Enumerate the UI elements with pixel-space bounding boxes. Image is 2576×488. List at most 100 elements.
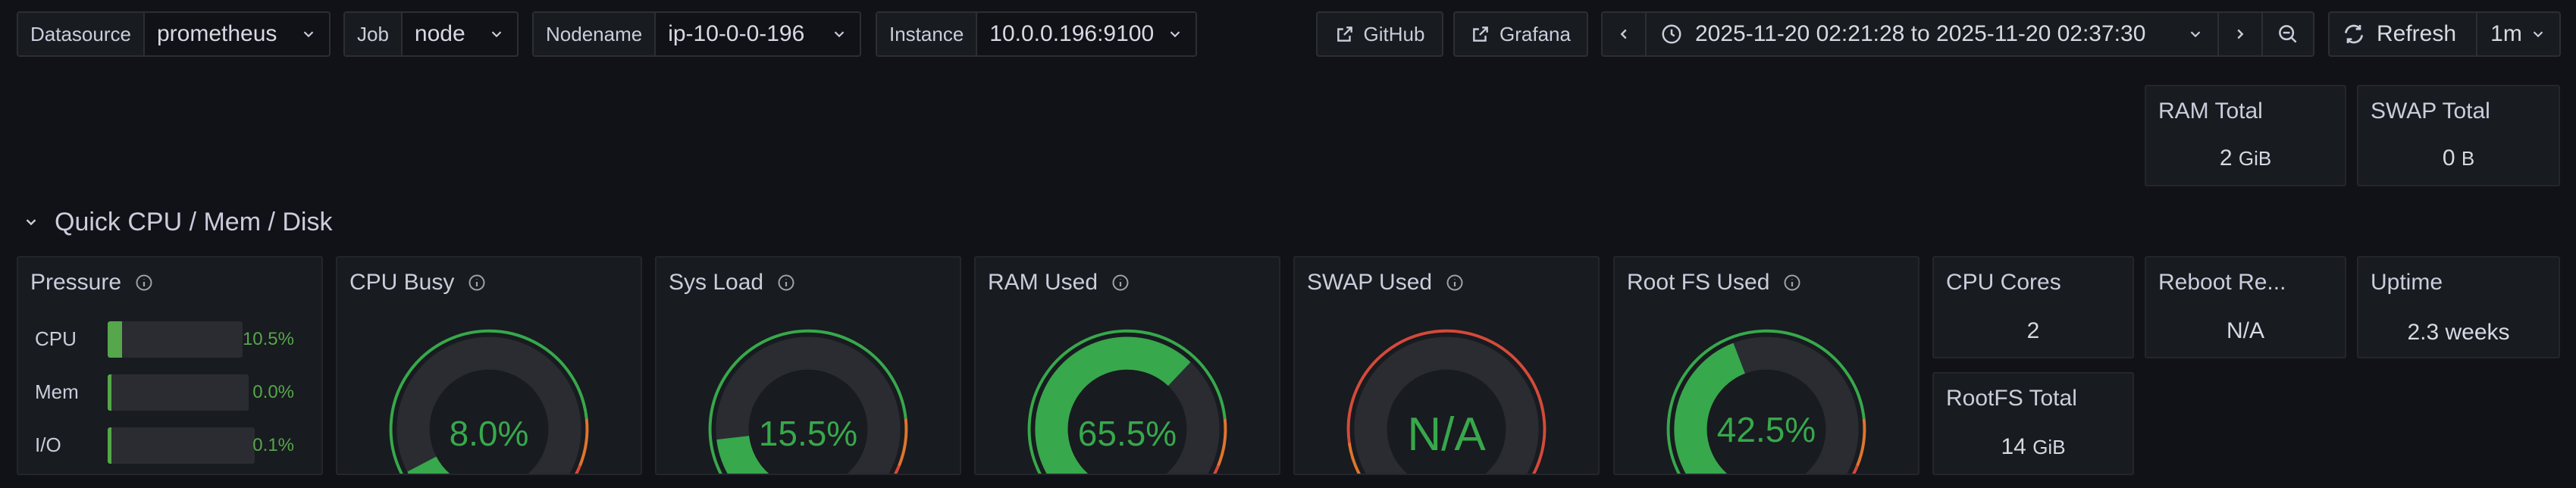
rootfs-total-panel: RootFS Total 14 GiB xyxy=(1932,372,2134,475)
reboot-required-title: Reboot Re... xyxy=(2158,270,2286,295)
datasource-label: Datasource xyxy=(18,13,145,55)
swap-total-number: 0 xyxy=(2442,145,2455,170)
ram-used-title-text: RAM Used xyxy=(988,270,1098,295)
info-icon[interactable] xyxy=(135,274,153,292)
pressure-io-fill xyxy=(108,427,111,464)
row-title: Quick CPU / Mem / Disk xyxy=(55,207,333,236)
reboot-required-value: N/A xyxy=(2226,318,2264,343)
rootfs-total-value: 14 GiB xyxy=(1934,434,2133,460)
instance-variable[interactable]: Instance 10.0.0.196:9100 xyxy=(876,11,1197,57)
info-icon[interactable] xyxy=(1446,274,1464,292)
sys-load-value: 15.5% xyxy=(758,414,858,453)
root-fs-used-panel: Root FS Used 42.5% xyxy=(1613,256,1919,488)
rootfs-total-unit: GiB xyxy=(2032,436,2066,458)
refresh-button[interactable]: Refresh xyxy=(2330,13,2477,55)
swap-total-value: 0 B xyxy=(2358,145,2559,171)
job-select[interactable]: node xyxy=(403,13,517,55)
time-range-picker[interactable]: 2025-11-20 02:21:28 to 2025-11-20 02:37:… xyxy=(1601,11,2314,57)
chevron-left-icon xyxy=(1620,29,1627,39)
grafana-link-label: Grafana xyxy=(1500,22,1571,45)
nodename-select[interactable]: ip-10-0-0-196 xyxy=(656,13,860,55)
chevron-down-icon xyxy=(491,31,502,38)
time-shift-forward-button[interactable] xyxy=(2219,13,2263,55)
chevron-down-icon xyxy=(1170,31,1180,38)
nodename-label: Nodename xyxy=(534,13,657,55)
cpu-busy-panel: CPU Busy 8.0% xyxy=(336,256,642,488)
swap-total-unit: B xyxy=(2461,147,2475,170)
chevron-down-icon xyxy=(2190,31,2201,38)
pressure-mem-bar xyxy=(108,374,249,411)
info-icon[interactable] xyxy=(468,274,486,292)
pressure-cpu-label: CPU xyxy=(35,327,77,350)
root-fs-used-title-text: Root FS Used xyxy=(1627,270,1770,295)
ram-total-number: 2 xyxy=(2219,145,2233,170)
sys-load-title: Sys Load xyxy=(669,270,795,296)
gauge-value-arc xyxy=(407,455,452,488)
ram-total-value: 2 GiB xyxy=(2146,145,2345,171)
info-icon[interactable] xyxy=(1783,274,1801,292)
ram-total-unit: GiB xyxy=(2238,147,2272,170)
grafana-link-button[interactable]: Grafana xyxy=(1453,11,1588,57)
rootfs-total-title: RootFS Total xyxy=(1946,386,2077,411)
refresh-interval-select[interactable]: 1m xyxy=(2477,13,2559,55)
row-header[interactable]: Quick CPU / Mem / Disk xyxy=(23,205,332,239)
swap-used-title: SWAP Used xyxy=(1307,270,1464,296)
pressure-io-value: 0.1% xyxy=(252,435,294,455)
cpu-cores-panel: CPU Cores 2 xyxy=(1932,256,2134,358)
cpu-busy-title: CPU Busy xyxy=(349,270,486,296)
time-shift-back-button[interactable] xyxy=(1603,13,1647,55)
external-link-icon xyxy=(1473,27,1488,42)
zoom-out-icon xyxy=(2279,25,2297,43)
info-icon[interactable] xyxy=(777,274,795,292)
nodename-value: ip-10-0-0-196 xyxy=(668,21,805,46)
rootfs-total-number: 14 xyxy=(2001,434,2026,459)
pressure-cpu-fill xyxy=(108,321,122,358)
refresh-picker[interactable]: Refresh 1m xyxy=(2328,11,2561,57)
chevron-down-icon xyxy=(303,31,314,38)
pressure-title: Pressure xyxy=(30,270,153,296)
chevron-down-icon xyxy=(26,219,36,226)
pressure-mem-fill xyxy=(108,374,111,411)
instance-label: Instance xyxy=(877,13,978,55)
uptime-panel: Uptime 2.3 weeks xyxy=(2357,256,2560,358)
datasource-select[interactable]: prometheus xyxy=(145,13,329,55)
nodename-variable[interactable]: Nodename ip-10-0-0-196 xyxy=(532,11,861,57)
pressure-io-label: I/O xyxy=(35,433,61,456)
swap-used-value: N/A xyxy=(1407,408,1486,461)
pressure-panel: Pressure CPU 10.5% Mem 0.0% I/O 0.1% xyxy=(17,256,323,475)
ram-total-panel: RAM Total 2 GiB xyxy=(2145,85,2346,186)
job-value: node xyxy=(414,21,465,46)
chevron-down-icon xyxy=(834,31,845,38)
cpu-cores-value: 2 xyxy=(2026,318,2040,343)
ram-used-value: 65.5% xyxy=(1077,414,1177,453)
instance-value: 10.0.0.196:9100 xyxy=(989,21,1155,46)
swap-used-panel: SWAP Used N/A xyxy=(1293,256,1600,488)
swap-total-panel: SWAP Total 0 B xyxy=(2357,85,2560,186)
pressure-cpu-value: 10.5% xyxy=(242,329,294,349)
zoom-out-button[interactable] xyxy=(2263,13,2313,55)
root-fs-used-title: Root FS Used xyxy=(1627,270,1801,296)
pressure-io-bar xyxy=(108,427,255,464)
chevron-right-icon xyxy=(2237,29,2244,39)
uptime-value: 2.3 weeks xyxy=(2407,320,2510,345)
github-link-button[interactable]: GitHub xyxy=(1316,11,1443,57)
root-fs-used-gauge xyxy=(1666,329,1866,488)
pressure-mem-value: 0.0% xyxy=(252,382,294,402)
info-icon[interactable] xyxy=(1111,274,1130,292)
external-link-icon xyxy=(1337,27,1352,42)
datasource-variable[interactable]: Datasource prometheus xyxy=(17,11,331,57)
time-range-label: 2025-11-20 02:21:28 to 2025-11-20 02:37:… xyxy=(1695,21,2146,46)
pressure-cpu-bar xyxy=(108,321,243,358)
sys-load-panel: Sys Load 15.5% xyxy=(655,256,961,488)
job-label: Job xyxy=(345,13,403,55)
job-variable[interactable]: Job node xyxy=(343,11,519,57)
swap-total-title: SWAP Total xyxy=(2371,99,2490,124)
ram-total-title: RAM Total xyxy=(2158,99,2263,124)
cpu-cores-title: CPU Cores xyxy=(1946,270,2061,295)
ram-used-title: RAM Used xyxy=(988,270,1130,296)
chevron-down-icon xyxy=(2533,31,2543,38)
time-range-button[interactable]: 2025-11-20 02:21:28 to 2025-11-20 02:37:… xyxy=(1647,13,2219,55)
ram-used-panel: RAM Used 65.5% xyxy=(974,256,1280,488)
pressure-mem-label: Mem xyxy=(35,380,79,403)
instance-select[interactable]: 10.0.0.196:9100 xyxy=(977,13,1196,55)
